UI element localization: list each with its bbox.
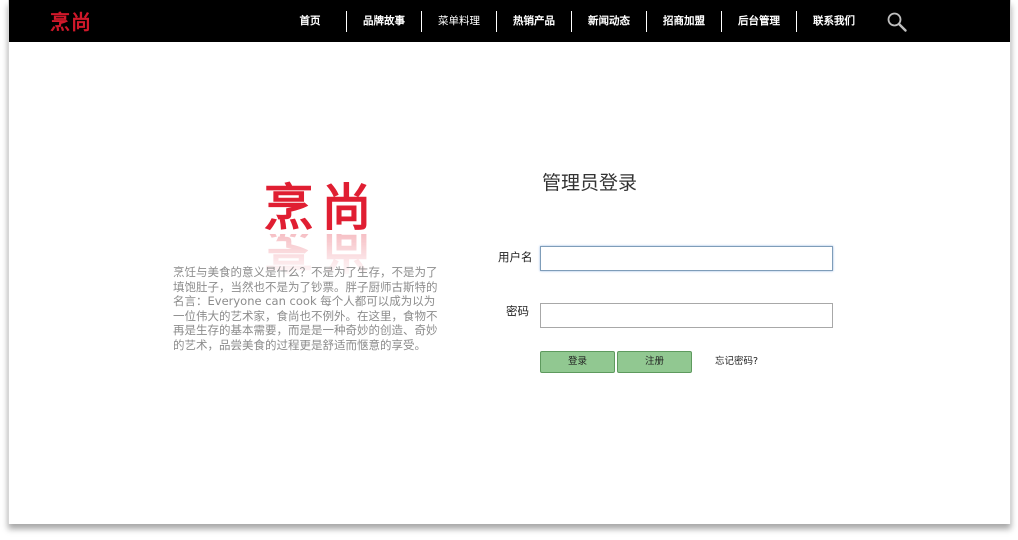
nav-separator — [421, 11, 422, 32]
nav-item-menu[interactable]: 菜单料理 — [434, 12, 484, 30]
nav-item-brand-story[interactable]: 品牌故事 — [359, 12, 409, 30]
page-frame: 烹尚 首页 品牌故事 菜单料理 热销产品 新闻动态 招商加盟 后台管理 联系我们… — [8, 0, 1011, 524]
login-title: 管理员登录 — [542, 172, 638, 194]
nav-item-news[interactable]: 新闻动态 — [584, 12, 634, 30]
nav-separator — [571, 11, 572, 32]
username-input[interactable] — [540, 246, 833, 271]
login-button[interactable]: 登录 — [540, 351, 615, 373]
site-logo[interactable]: 烹尚 — [50, 10, 92, 34]
search-icon[interactable] — [886, 11, 908, 33]
password-input[interactable] — [540, 303, 833, 328]
brand-intro-text: 烹饪与美食的意义是什么？不是为了生存，不是为了填饱肚子，当然也不是为了钞票。胖子… — [173, 265, 438, 352]
nav-separator — [496, 11, 497, 32]
nav-separator — [721, 11, 722, 32]
nav-item-home[interactable]: 首页 — [295, 12, 325, 30]
nav-item-contact[interactable]: 联系我们 — [809, 12, 859, 30]
nav-item-franchise[interactable]: 招商加盟 — [659, 12, 709, 30]
top-navbar: 烹尚 首页 品牌故事 菜单料理 热销产品 新闻动态 招商加盟 后台管理 联系我们 — [9, 0, 1010, 42]
username-label: 用户名 — [498, 250, 533, 264]
nav-item-hot-products[interactable]: 热销产品 — [509, 12, 559, 30]
brand-logo-text: 烹尚 — [263, 178, 380, 237]
nav-separator — [646, 11, 647, 32]
nav-item-admin[interactable]: 后台管理 — [734, 12, 784, 30]
password-label: 密码 — [506, 304, 529, 318]
nav-separator — [796, 11, 797, 32]
forgot-password-link[interactable]: 忘记密码? — [715, 355, 758, 369]
nav-separator — [346, 11, 347, 32]
register-button[interactable]: 注册 — [617, 351, 692, 373]
